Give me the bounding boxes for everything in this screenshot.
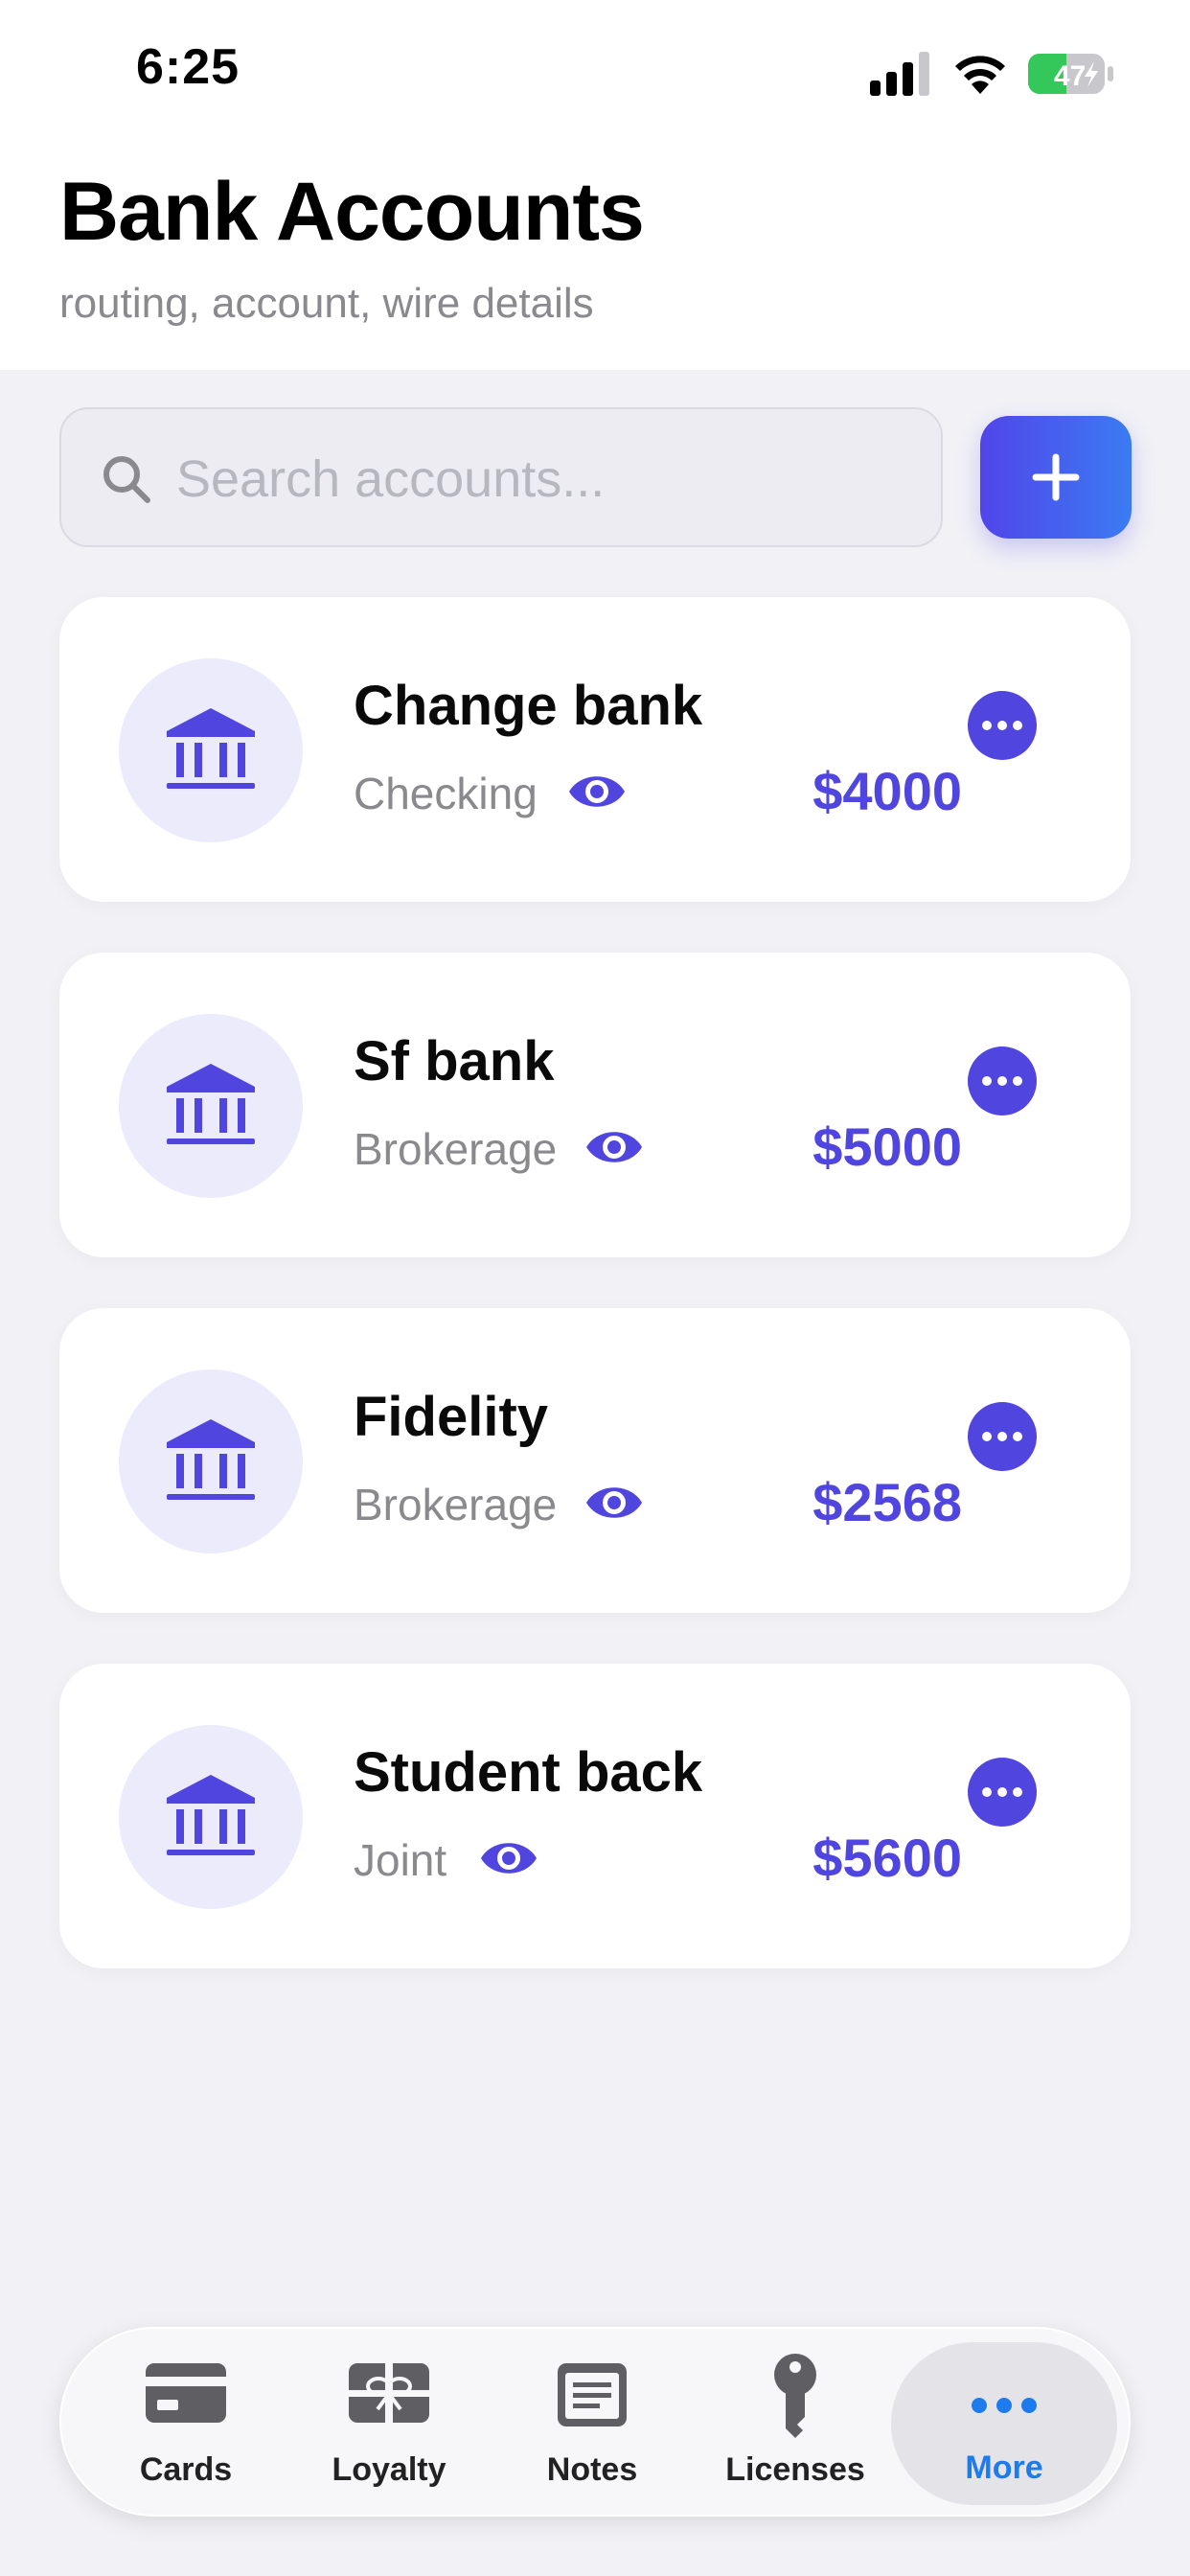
eye-icon[interactable] [584,1123,644,1171]
account-name: Sf bank [354,1030,555,1092]
ellipsis-icon [982,1787,1022,1797]
gift-icon [349,2363,429,2423]
account-card[interactable]: Change bank Checking $4000 [59,597,1131,902]
bank-avatar [119,658,303,842]
more-options-button[interactable] [968,1046,1037,1116]
ellipsis-icon [982,1076,1022,1086]
tab-label: Loyalty [332,2451,446,2488]
more-options-button[interactable] [968,691,1037,760]
header-area: 6:25 47 Bank Accounts routing, account, … [0,0,1190,370]
tab-more[interactable]: More [891,2342,1117,2505]
tab-label: More [965,2450,1043,2486]
add-account-button[interactable] [980,416,1132,539]
search-icon [103,456,150,503]
tab-label: Licenses [725,2451,865,2488]
screen: 6:25 47 Bank Accounts routing, account, … [0,0,1190,2576]
account-type: Checking [354,769,538,818]
battery-icon: 47 [1027,52,1115,96]
account-card[interactable]: Fidelity Brokerage $2568 [59,1308,1131,1613]
tab-licenses[interactable]: Licenses [699,2329,891,2518]
account-name: Student back [354,1741,703,1804]
key-icon [774,2354,816,2438]
bank-avatar [119,1725,303,1909]
account-type: Joint [354,1835,447,1885]
account-type: Brokerage [354,1124,558,1174]
tab-cards[interactable]: Cards [90,2329,282,2518]
card-icon [146,2363,226,2423]
account-card[interactable]: Sf bank Brokerage $5000 [59,953,1131,1257]
account-name: Change bank [354,675,703,737]
status-time: 6:25 [136,39,240,95]
tab-bar: Cards Loyalty Notes Licenses More [59,2327,1131,2517]
account-type: Brokerage [354,1480,558,1530]
wifi-icon [955,56,1005,94]
bank-icon [167,1775,255,1855]
ellipsis-icon [982,1432,1022,1441]
tab-notes[interactable]: Notes [496,2329,688,2518]
cellular-signal-icon [870,52,929,96]
tab-label: Notes [546,2451,638,2488]
page-subtitle: routing, account, wire details [59,280,594,327]
account-balance: $5000 [812,1116,962,1177]
ellipsis-icon [972,2398,1037,2413]
account-balance: $4000 [812,761,962,821]
account-balance: $2568 [812,1472,962,1532]
bank-icon [167,1064,255,1144]
plus-icon [1032,453,1080,501]
bank-icon [167,1419,255,1500]
eye-icon[interactable] [567,768,627,816]
tab-loyalty[interactable]: Loyalty [293,2329,485,2518]
tab-label: Cards [139,2451,233,2488]
battery-level: 47 [1054,60,1086,92]
note-icon [558,2363,627,2426]
more-options-button[interactable] [968,1758,1037,1827]
ellipsis-icon [982,721,1022,730]
bank-avatar [119,1014,303,1198]
search-input[interactable] [176,438,904,520]
eye-icon[interactable] [479,1834,538,1882]
account-balance: $5600 [812,1828,962,1888]
bank-icon [167,708,255,789]
account-card[interactable]: Student back Joint $5600 [59,1664,1131,1968]
more-options-button[interactable] [968,1402,1037,1471]
search-bar[interactable] [59,407,943,547]
eye-icon[interactable] [584,1479,644,1527]
account-name: Fidelity [354,1386,549,1448]
page-title: Bank Accounts [59,166,645,258]
bank-avatar [119,1369,303,1553]
